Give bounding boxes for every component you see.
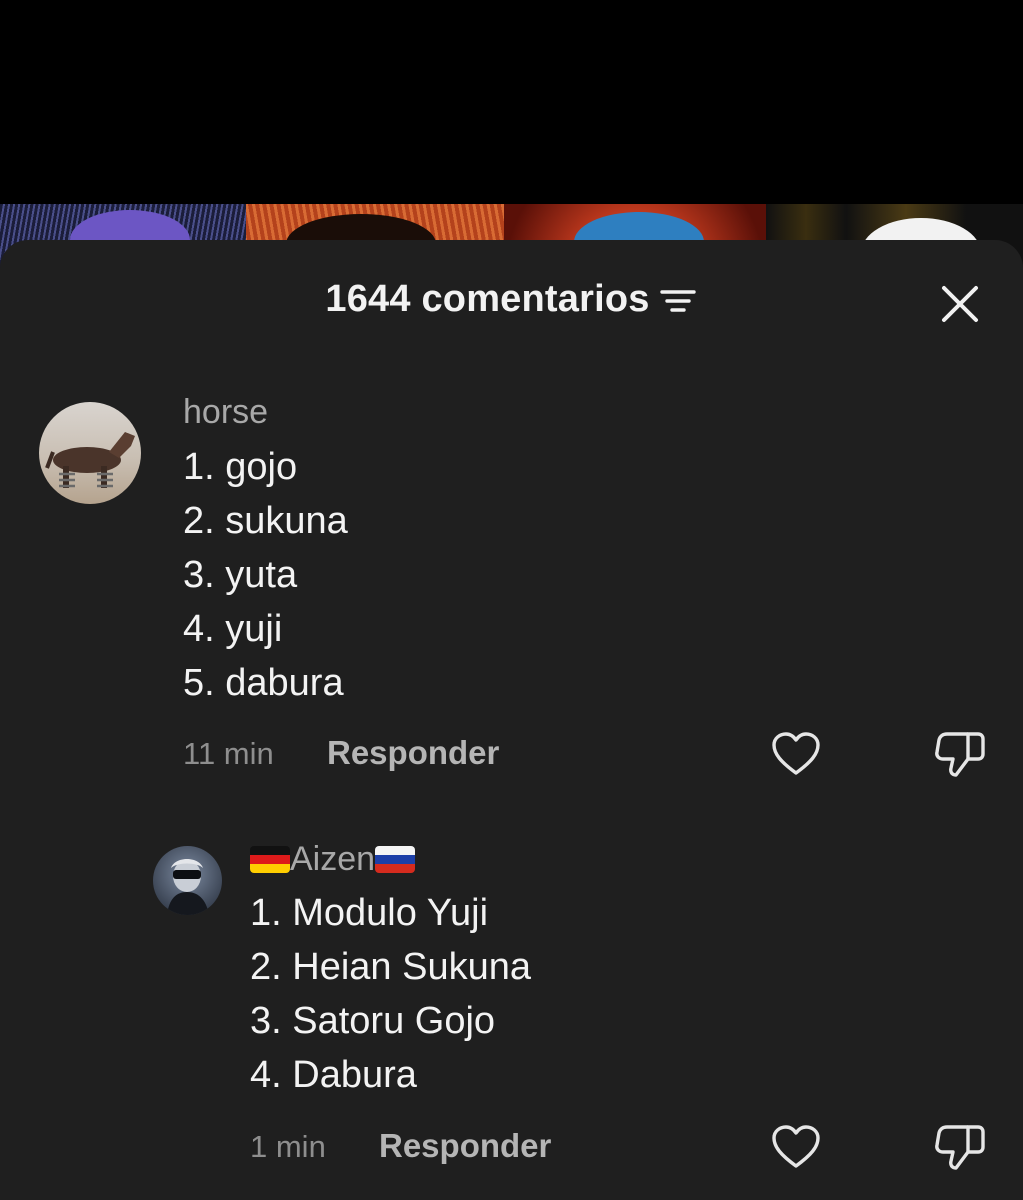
- avatar[interactable]: [153, 846, 222, 915]
- heart-icon: [772, 1125, 820, 1168]
- comment-text-line: 4. yuji: [183, 608, 283, 650]
- horse-avatar-image: [39, 402, 141, 504]
- comment-text-line: 4. Dabura: [250, 1054, 417, 1096]
- like-button[interactable]: [768, 1119, 824, 1175]
- comment-text-line: 3. yuta: [183, 554, 298, 596]
- dislike-button[interactable]: [932, 1119, 988, 1175]
- aizen-avatar-image: [153, 846, 222, 915]
- comment-username-text: Aizen: [290, 840, 376, 878]
- heart-icon: [772, 732, 820, 775]
- germany-flag-icon: [250, 846, 290, 873]
- comment-timestamp: 11 min: [183, 736, 274, 771]
- comment-item: horse 1. gojo 2. sukuna 3. yuta 4. yuji …: [0, 240, 1023, 800]
- dislike-button[interactable]: [932, 726, 988, 782]
- comment-text-line: 1. gojo: [183, 446, 298, 488]
- comment-text: 1. Modulo Yuji 2. Heian Sukuna 3. Satoru…: [250, 886, 531, 1102]
- screen: 1644 comentarios horse 1. gojo 2. sukuna…: [0, 0, 1023, 1200]
- thumbs-down-icon: [935, 732, 985, 777]
- comment-text-line: 2. Heian Sukuna: [250, 946, 531, 988]
- comment-username[interactable]: horse: [183, 393, 268, 432]
- reply-button[interactable]: Responder: [327, 734, 499, 772]
- comment-text-line: 1. Modulo Yuji: [250, 892, 489, 934]
- avatar[interactable]: [39, 402, 141, 504]
- comments-sheet: 1644 comentarios horse 1. gojo 2. sukuna…: [0, 240, 1023, 1200]
- reply-button[interactable]: Responder: [379, 1127, 551, 1165]
- russia-flag-icon: [375, 846, 416, 873]
- like-button[interactable]: [768, 726, 824, 782]
- thumbs-down-icon: [935, 1125, 985, 1170]
- comment-timestamp: 1 min: [250, 1129, 326, 1164]
- comment-text-line: 2. sukuna: [183, 500, 348, 542]
- comment-text-line: 3. Satoru Gojo: [250, 1000, 496, 1042]
- reply-comment-item: Aizen 1. Modulo Yuji 2. Heian Sukuna 3. …: [0, 800, 1023, 1200]
- comment-username[interactable]: Aizen: [250, 840, 416, 879]
- comment-text: 1. gojo 2. sukuna 3. yuta 4. yuji 5. dab…: [183, 440, 348, 710]
- comment-text-line: 5. dabura: [183, 662, 344, 704]
